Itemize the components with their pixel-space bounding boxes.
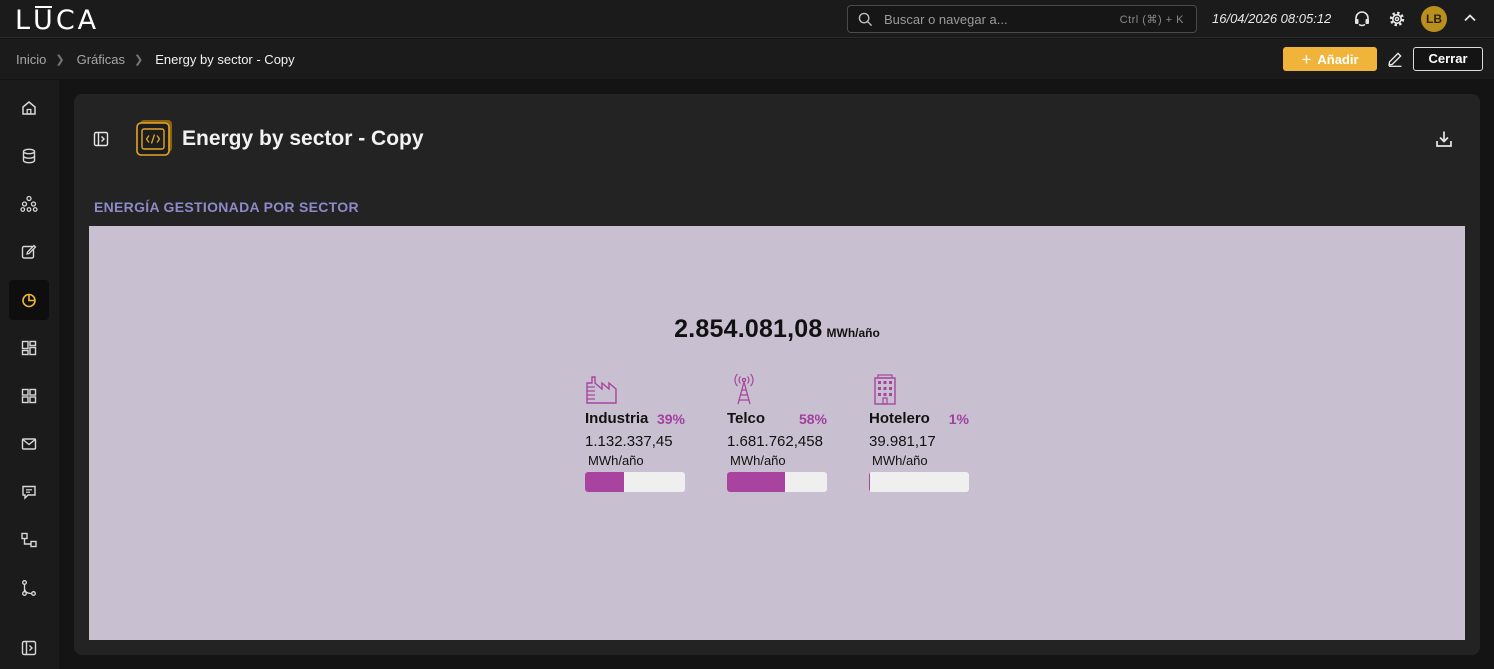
sidebar-item-expand[interactable] xyxy=(9,628,49,668)
total-value: 2.854.081,08 xyxy=(674,315,823,343)
sector-value: 1.132.337,45 xyxy=(585,433,673,450)
sidebar-item-branches[interactable] xyxy=(9,568,49,608)
search-input[interactable]: Buscar o navegar a... Ctrl (⌘) + K xyxy=(847,5,1197,33)
chat-icon xyxy=(22,485,36,500)
grid-icon xyxy=(21,388,37,404)
sidebar-item-charts[interactable] xyxy=(9,280,49,320)
antenna-icon xyxy=(734,373,754,405)
search-shortcut: Ctrl (⌘) + K xyxy=(1119,14,1184,26)
sector-progress-bar xyxy=(727,472,827,492)
energy-widget: 2.854.081,08 MWh/año Industria 39% 1.132.… xyxy=(89,226,1465,640)
top-bar: LUCA Buscar o navegar a... Ctrl (⌘) + K … xyxy=(0,0,1494,38)
expand-sidebar-icon xyxy=(21,640,37,656)
sector-unit: MWh/año xyxy=(872,453,928,468)
dashboard-icon xyxy=(21,340,37,356)
gear-icon[interactable] xyxy=(1387,9,1407,29)
sector-progress-bar xyxy=(585,472,685,492)
sector-value: 1.681.762,458 xyxy=(727,433,823,450)
sector-percent: 1% xyxy=(948,411,969,427)
sector-unit: MWh/año xyxy=(730,453,786,468)
sector-card-telco: Telco 58% 1.681.762,458 MWh/año xyxy=(727,373,827,492)
sector-name: Telco xyxy=(727,410,766,427)
edit-icon[interactable] xyxy=(1386,50,1404,68)
sidebar-item-workflows[interactable] xyxy=(9,520,49,560)
total-unit: MWh/año xyxy=(826,326,880,340)
sector-unit: MWh/año xyxy=(588,453,644,468)
sidebar-item-apps[interactable] xyxy=(9,376,49,416)
sidebar-item-hierarchy[interactable] xyxy=(9,184,49,224)
sidebar-item-chat[interactable] xyxy=(9,472,49,512)
add-button[interactable]: + Añadir xyxy=(1283,47,1377,71)
factory-icon xyxy=(586,376,617,404)
search-icon xyxy=(858,12,873,27)
sector-progress-fill xyxy=(869,472,871,492)
workflow-icon xyxy=(21,532,37,548)
close-button[interactable]: Cerrar xyxy=(1413,47,1483,71)
plus-icon: + xyxy=(1301,50,1312,69)
mail-icon xyxy=(21,438,37,450)
database-icon xyxy=(22,148,36,164)
chevron-up-icon[interactable] xyxy=(1462,10,1478,26)
branch-icon xyxy=(22,580,36,596)
hierarchy-icon xyxy=(20,195,38,212)
sector-name: Industria xyxy=(585,410,649,427)
current-datetime: 16/04/2026 08:05:12 xyxy=(1212,11,1332,26)
breadcrumb-separator: ❯ xyxy=(55,54,65,66)
breadcrumb-current: Energy by sector - Copy xyxy=(155,52,295,67)
support-icon[interactable] xyxy=(1352,9,1372,29)
sector-name: Hotelero xyxy=(869,410,930,427)
sector-card-industria: Industria 39% 1.132.337,45 MWh/año xyxy=(585,373,685,492)
sidebar-item-mail[interactable] xyxy=(9,424,49,464)
breadcrumb-bar: Inicio ❯ Gráficas ❯ Energy by sector - C… xyxy=(0,39,1494,79)
sidebar-item-home[interactable] xyxy=(9,88,49,128)
toggle-panel-icon[interactable] xyxy=(93,131,109,147)
page-title: Energy by sector - Copy xyxy=(182,127,424,150)
sector-percent: 39% xyxy=(656,411,685,427)
sector-percent: 58% xyxy=(798,411,827,427)
avatar[interactable]: LB xyxy=(1421,6,1447,32)
building-icon xyxy=(874,374,896,405)
breadcrumb-inicio[interactable]: Inicio xyxy=(16,52,46,67)
total-energy: 2.854.081,08 MWh/año xyxy=(89,315,1465,344)
search-placeholder: Buscar o navegar a... xyxy=(884,12,1008,27)
home-icon xyxy=(22,101,36,115)
sector-value: 39.981,17 xyxy=(869,433,936,450)
section-title: ENERGÍA GESTIONADA POR SECTOR xyxy=(94,199,359,215)
breadcrumb-separator: ❯ xyxy=(133,54,144,66)
sidebar-item-data[interactable] xyxy=(9,136,49,176)
sidebar-item-dashboards[interactable] xyxy=(9,328,49,368)
sidebar xyxy=(0,80,59,669)
sector-progress-bar xyxy=(869,472,969,492)
breadcrumb: Inicio ❯ Gráficas ❯ Energy by sector - C… xyxy=(16,52,295,67)
sector-progress-fill xyxy=(585,472,624,492)
edit-icon xyxy=(21,244,37,259)
pie-chart-icon xyxy=(22,293,36,308)
sector-card-hotelero: Hotelero 1% 39.981,17 MWh/año xyxy=(869,373,969,492)
download-icon[interactable] xyxy=(1434,129,1454,149)
code-widget-icon xyxy=(136,120,172,156)
sidebar-item-edit[interactable] xyxy=(9,232,49,272)
breadcrumb-graficas[interactable]: Gráficas xyxy=(77,52,125,67)
sector-progress-fill xyxy=(727,472,785,492)
app-logo[interactable]: LUCA xyxy=(15,5,99,36)
